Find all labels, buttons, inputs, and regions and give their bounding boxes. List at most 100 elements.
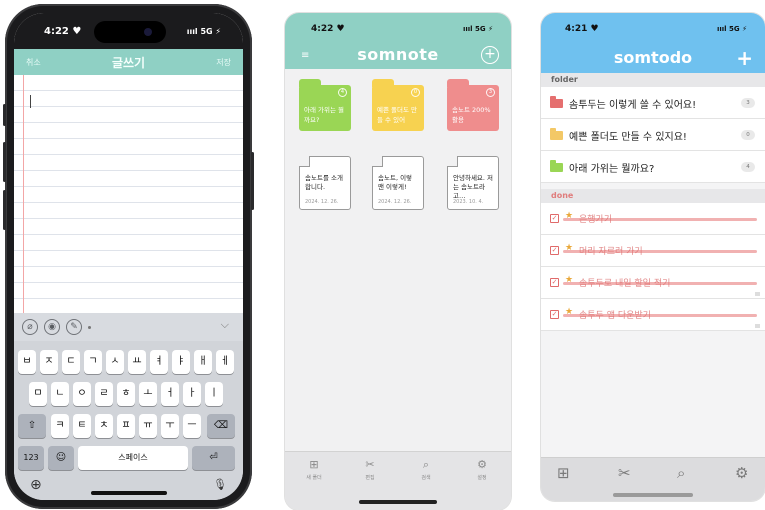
checkbox-checked-icon[interactable]: ✓ (550, 246, 559, 255)
key[interactable]: ㅐ (194, 350, 212, 374)
key[interactable]: ㅕ (150, 350, 168, 374)
note-card[interactable]: 안녕하세요. 저는 솜노트라고… 2023. 10. 4. (447, 156, 499, 210)
scissors-icon: ✂ (365, 458, 375, 471)
status-network: ıııl 5G ⚡ (716, 25, 747, 33)
strikethrough-line (563, 218, 757, 221)
save-button[interactable]: 저장 (216, 57, 231, 68)
tab-settings[interactable]: ⚙ 설정 (467, 458, 497, 481)
lined-text-area[interactable] (14, 75, 243, 313)
chevron-down-icon[interactable]: ⌵ (221, 318, 229, 332)
return-key[interactable]: ⏎ (192, 446, 235, 470)
volume-up-button (3, 142, 6, 182)
checkbox-checked-icon[interactable]: ✓ (550, 214, 559, 223)
key[interactable]: ㅁ (29, 382, 47, 406)
image-icon[interactable]: ◉ (44, 319, 60, 335)
checkbox-checked-icon[interactable]: ✓ (550, 278, 559, 287)
shift-key[interactable]: ⇧ (18, 414, 46, 438)
margin-line (23, 75, 24, 313)
home-indicator (613, 493, 693, 497)
done-todo-row[interactable]: ✓ ★ 솜투두 앱 다운받기 (541, 299, 765, 331)
key[interactable]: ㅏ (183, 382, 201, 406)
key[interactable]: ㅜ (161, 414, 179, 438)
folder-label: 예쁜 폴더도 만들 수 있어 (377, 106, 418, 124)
space-key[interactable]: 스페이스 (78, 446, 188, 470)
key[interactable]: ㅍ (117, 414, 135, 438)
folder-label: 예쁜 폴더도 만들 수 있지요! (569, 132, 687, 143)
text-caret (30, 95, 31, 108)
note-card[interactable]: 솜노트, 이렇 맨 이렇게! 2024. 12. 26. (372, 156, 424, 210)
folder-row[interactable]: 솜투두는 이렇게 쓸 수 있어요! 3 (541, 87, 765, 119)
globe-icon[interactable]: ⊕ (30, 477, 42, 493)
folder-card[interactable]: 4 아래 가위는 뭘까요? (299, 79, 351, 131)
app-logo: somnote (357, 45, 439, 64)
drag-handle[interactable] (755, 292, 760, 296)
korean-keyboard: ㅂ ㅈ ㄷ ㄱ ㅅ ㅛ ㅕ ㅑ ㅐ ㅔ ㅁ ㄴ ㅇ ㄹ ㅎ ㅗ ㅓ ㅏ ㅣ ⇧ … (14, 341, 243, 500)
checkbox-checked-icon[interactable]: ✓ (550, 310, 559, 319)
key[interactable]: ㅅ (106, 350, 124, 374)
search-icon: ⌕ (422, 458, 430, 471)
drag-handle[interactable] (755, 324, 760, 328)
folder-tab (372, 79, 394, 87)
key[interactable]: ㅋ (51, 414, 69, 438)
note-date: 2024. 12. 26. (305, 199, 339, 205)
editor-nav-bar: 취소 글쓰기 저장 (14, 49, 243, 75)
somnote-header: ≡ somnote + (285, 43, 511, 69)
folder-card[interactable]: 3 솜노트 200% 활용 (447, 79, 499, 131)
key[interactable]: ㄴ (51, 382, 69, 406)
folder-row[interactable]: 예쁜 폴더도 만들 수 있지요! 0 (541, 119, 765, 151)
dynamic-island (94, 21, 166, 43)
done-todo-row[interactable]: ✓ ★ 솜투두로 내일 할일 적기 (541, 267, 765, 299)
tab-label: 검색 (421, 475, 431, 481)
key[interactable]: ㅌ (73, 414, 91, 438)
folder-row[interactable]: 아래 가위는 뭘까요? 4 (541, 151, 765, 183)
power-button (251, 152, 254, 210)
scissors-icon[interactable]: ✂ (618, 464, 631, 482)
add-icon[interactable]: + (736, 46, 753, 70)
folded-corner (447, 156, 458, 167)
key[interactable]: ㅗ (139, 382, 157, 406)
key[interactable]: ㅡ (183, 414, 201, 438)
home-indicator (359, 500, 437, 504)
key[interactable]: ㅎ (117, 382, 135, 406)
key[interactable]: ㅂ (18, 350, 36, 374)
key[interactable]: ㅇ (73, 382, 91, 406)
key[interactable]: ㄷ (62, 350, 80, 374)
key[interactable]: ㅑ (172, 350, 190, 374)
paperclip-icon[interactable]: ⌀ (22, 319, 38, 335)
folder-card[interactable]: 0 예쁜 폴더도 만들 수 있어 (372, 79, 424, 131)
tab-search[interactable]: ⌕ 검색 (411, 458, 441, 481)
key[interactable]: ㅣ (205, 382, 223, 406)
key[interactable]: ㅈ (40, 350, 58, 374)
key[interactable]: ㅓ (161, 382, 179, 406)
mic-icon[interactable]: 🎙 (213, 478, 227, 491)
new-folder-icon[interactable]: ⊞ (557, 464, 570, 482)
folder-count-badge: 4 (741, 162, 755, 172)
folded-corner (372, 156, 383, 167)
key[interactable]: ㄱ (84, 350, 102, 374)
done-todo-row[interactable]: ✓ ★ 은행가기 (541, 203, 765, 235)
status-bar: 4:22 ♥ ıııl 5G ⚡ (14, 13, 243, 49)
search-icon[interactable]: ⌕ (677, 464, 685, 482)
key[interactable]: ㅛ (128, 350, 146, 374)
home-indicator (91, 491, 167, 495)
numbers-key[interactable]: 123 (18, 446, 44, 470)
folded-corner (299, 156, 310, 167)
note-card[interactable]: 솜노트를 소개합니다. 2024. 12. 26. (299, 156, 351, 210)
gear-icon[interactable]: ⚙ (735, 464, 748, 482)
key[interactable]: ㅊ (95, 414, 113, 438)
done-todo-row[interactable]: ✓ ★ 머리 자르러 가기 (541, 235, 765, 267)
tab-label: 새 폴더 (306, 475, 322, 481)
key[interactable]: ㅔ (216, 350, 234, 374)
draw-icon[interactable]: ✎ (66, 319, 82, 335)
folder-count-badge: 0 (411, 88, 420, 97)
add-circle-icon[interactable]: + (481, 46, 499, 64)
key[interactable]: ㅠ (139, 414, 157, 438)
tab-label: 설정 (477, 475, 487, 481)
tab-new-folder[interactable]: ⊞ 새 폴더 (299, 458, 329, 481)
key[interactable]: ㄹ (95, 382, 113, 406)
status-bar: 4:22 ♥ ıııl 5G ⚡ (285, 13, 511, 43)
emoji-key[interactable]: ☺ (48, 446, 74, 470)
backspace-key[interactable]: ⌫ (207, 414, 235, 438)
note-preview: 안녕하세요. 저는 솜노트라고… (453, 174, 494, 200)
tab-edit[interactable]: ✂ 편집 (355, 458, 385, 481)
